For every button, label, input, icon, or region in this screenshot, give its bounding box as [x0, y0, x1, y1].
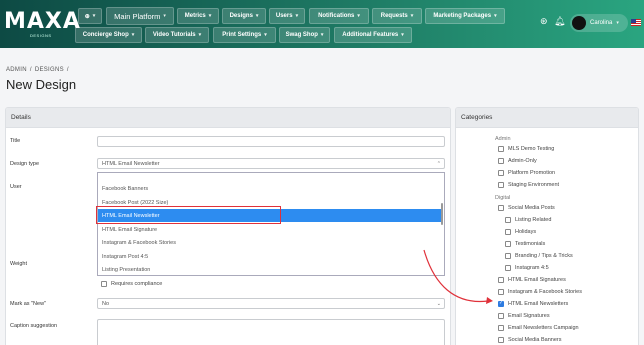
bell-icon[interactable]: 🔔︎: [554, 16, 565, 27]
chevron-down-icon: ▾: [131, 32, 135, 38]
category-checkbox[interactable]: [505, 217, 511, 223]
avatar: [572, 16, 586, 30]
categories-panel: Categories: [455, 107, 639, 345]
category-checkbox[interactable]: [498, 313, 504, 319]
title-label: Title: [10, 138, 21, 144]
category-item[interactable]: Admin-Only: [498, 158, 537, 164]
category-item[interactable]: MLS Demo Testing: [498, 146, 554, 152]
nav-swag-shop[interactable]: Swag Shop ▾: [279, 27, 330, 43]
chevron-down-icon: ⌄: [436, 301, 441, 307]
category-item[interactable]: HTML Email Signatures: [498, 277, 566, 283]
nav-print-settings[interactable]: Print Settings ▾: [213, 27, 276, 43]
category-checkbox[interactable]: [498, 170, 504, 176]
chevron-down-icon: ▾: [494, 13, 497, 19]
chevron-down-icon: ▾: [401, 32, 404, 38]
category-checkbox[interactable]: [498, 337, 504, 343]
category-checkbox[interactable]: [505, 241, 511, 247]
dropdown-option[interactable]: Listing Presentation: [98, 263, 442, 275]
category-checkbox[interactable]: [498, 146, 504, 152]
weight-label: Weight: [10, 261, 28, 267]
category-group-digital: Digital: [495, 195, 511, 201]
category-subitem[interactable]: Testimonials: [505, 241, 545, 247]
category-subitem[interactable]: Branding / Tips & Tricks: [505, 253, 573, 259]
nav-additional-features[interactable]: Additional Features ▾: [334, 27, 412, 43]
logo-subtitle: DESIGNS: [30, 33, 52, 38]
category-subitem[interactable]: Holidays: [505, 229, 536, 235]
maxa-logo[interactable]: MAXA: [4, 9, 81, 34]
dropdown-option[interactable]: HTML Email Signature: [98, 223, 442, 236]
chevron-down-icon: ▾: [357, 13, 360, 19]
globe-menu-button[interactable]: ⊕ ▾: [78, 8, 102, 24]
nav-designs[interactable]: Designs ▾: [222, 8, 266, 24]
nav-video-tutorials[interactable]: Video Tutorials ▾: [145, 27, 209, 43]
requires-compliance[interactable]: Requires compliance: [101, 281, 162, 287]
chevron-down-icon: ▾: [198, 32, 202, 38]
chevron-down-icon: ▾: [208, 13, 212, 19]
category-checkbox[interactable]: [498, 205, 504, 211]
title-input[interactable]: [97, 136, 445, 147]
nav-requests[interactable]: Requests ▾: [372, 8, 422, 24]
support-icon[interactable]: ⊛: [540, 16, 548, 27]
nav-metrics[interactable]: Metrics ▾: [177, 8, 219, 24]
category-item[interactable]: Email Newsletters Campaign: [498, 325, 579, 331]
category-group-admin: Admin: [495, 136, 511, 142]
category-item[interactable]: Social Media Posts: [498, 205, 555, 211]
chevron-down-icon: ▾: [92, 13, 96, 19]
chevron-down-icon: ▾: [616, 20, 619, 26]
nav-marketing-packages[interactable]: Marketing Packages ▾: [425, 8, 505, 24]
top-navbar: MAXA DESIGNS ⊕ ▾ Main Platform ▾ Metrics ▾ …: [0, 0, 644, 48]
category-item[interactable]: Instagram & Facebook Stories: [498, 289, 582, 295]
category-item[interactable]: Staging Environment: [498, 182, 559, 188]
chevron-down-icon: ▾: [255, 13, 259, 19]
chevron-down-icon: ▾: [264, 32, 267, 38]
chevron-down-icon: ▾: [163, 13, 166, 19]
highlight-annotation-box: [96, 206, 281, 224]
chevron-up-icon: ⌃: [436, 161, 441, 167]
dropdown-scrollbar[interactable]: [441, 203, 443, 225]
chevron-down-icon: ▾: [295, 13, 299, 19]
categories-heading: Categories: [456, 108, 638, 128]
details-heading: Details: [6, 108, 450, 128]
category-checkbox[interactable]: [505, 253, 511, 259]
breadcrumb: ADMIN / DESIGNS /: [6, 67, 69, 73]
category-checkbox[interactable]: [498, 277, 504, 283]
category-checkbox[interactable]: [505, 265, 511, 271]
us-flag-icon[interactable]: [631, 19, 641, 26]
category-checkbox[interactable]: [498, 182, 504, 188]
nav-main-platform[interactable]: Main Platform ▾: [106, 7, 174, 25]
design-type-dropdown[interactable]: Facebook Banners Facebook Post (2022 Siz…: [97, 172, 445, 276]
dropdown-option[interactable]: Instagram Post 4:5: [98, 250, 442, 263]
design-type-select[interactable]: HTML Email Newsletter ⌃: [97, 158, 445, 169]
requires-compliance-checkbox[interactable]: [101, 281, 107, 287]
breadcrumb-designs[interactable]: DESIGNS: [35, 67, 64, 73]
mark-new-select[interactable]: No ⌄: [97, 298, 445, 309]
user-label: User: [10, 184, 22, 190]
chevron-down-icon: ▾: [410, 13, 414, 19]
dropdown-option[interactable]: Instagram & Facebook Stories: [98, 236, 442, 249]
category-item[interactable]: Social Media Banners: [498, 337, 562, 343]
category-subitem[interactable]: Listing Related: [505, 217, 551, 223]
globe-icon: ⊕: [84, 13, 90, 20]
category-checkbox[interactable]: [498, 289, 504, 295]
page-title: New Design: [6, 77, 77, 92]
mark-new-label: Mark as "New": [10, 301, 46, 307]
category-checkbox[interactable]: [498, 158, 504, 164]
design-type-label: Design type: [10, 161, 40, 167]
caption-label: Caption suggestion: [10, 323, 58, 329]
category-item-checked[interactable]: HTML Email Newsletters: [498, 300, 568, 307]
category-item[interactable]: Platform Promotion: [498, 170, 555, 176]
category-checkbox[interactable]: [498, 325, 504, 331]
breadcrumb-admin[interactable]: ADMIN: [6, 67, 27, 73]
user-menu-button[interactable]: Carolina ▾: [570, 14, 628, 32]
nav-notifications[interactable]: Notifications ▾: [309, 8, 369, 24]
nav-concierge-shop[interactable]: Concierge Shop ▾: [75, 27, 142, 43]
category-item[interactable]: Email Signatures: [498, 313, 550, 319]
category-subitem[interactable]: Instagram 4:5: [505, 265, 549, 271]
dropdown-option[interactable]: Facebook Banners: [98, 182, 442, 195]
nav-users[interactable]: Users ▾: [269, 8, 305, 24]
category-checkbox-checked[interactable]: [498, 300, 504, 307]
chevron-down-icon: ▾: [320, 32, 324, 38]
category-checkbox[interactable]: [505, 229, 511, 235]
caption-textarea[interactable]: [97, 319, 445, 345]
